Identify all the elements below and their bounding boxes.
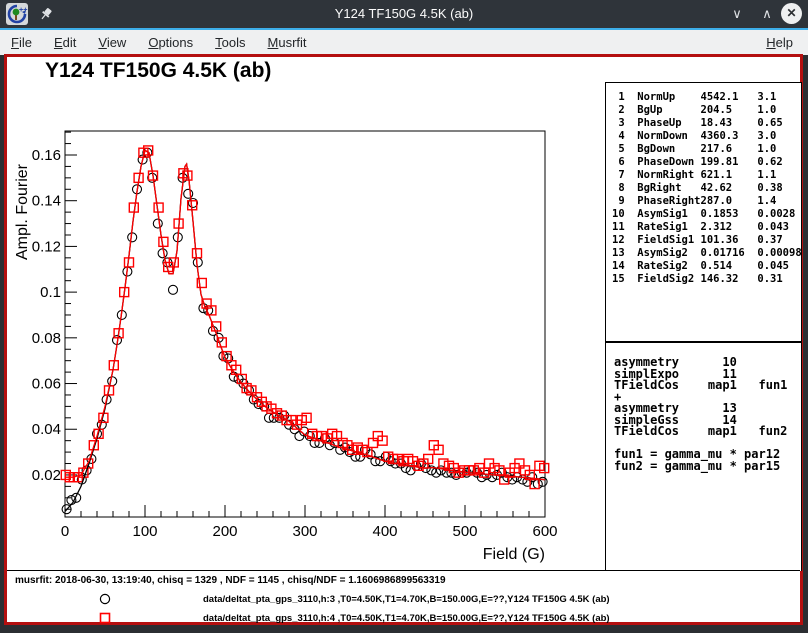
root-canvas[interactable]: Y124 TF150G 4.5K (ab) 010020030040050060… xyxy=(4,54,803,625)
fit-line xyxy=(65,150,545,511)
data-point-circle xyxy=(128,233,137,242)
theory-box: asymmetry 10 simplExpo 11 TFieldCos map1… xyxy=(605,342,802,571)
legend-label: data/deltat_pta_gps_3110,h:4 ,T0=4.50K,T… xyxy=(203,613,610,624)
menu-file[interactable]: File xyxy=(0,35,43,50)
window-title: Y124 TF150G 4.5K (ab) xyxy=(0,0,808,28)
fit-statistics-line: musrfit: 2018-06-30, 13:19:40, chisq = 1… xyxy=(15,575,446,586)
svg-text:600: 600 xyxy=(532,523,557,540)
data-point-square xyxy=(154,203,163,212)
svg-text:0.04: 0.04 xyxy=(32,421,61,438)
theory-text: asymmetry 10 simplExpo 11 TFieldCos map1… xyxy=(606,343,801,472)
svg-text:0.14: 0.14 xyxy=(32,193,61,210)
minimize-button[interactable]: ∨ xyxy=(727,4,747,24)
svg-text:500: 500 xyxy=(452,523,477,540)
data-point-circle xyxy=(193,258,202,267)
data-point-square xyxy=(159,237,168,246)
menu-bar: File Edit View Options Tools Musrfit Hel… xyxy=(0,30,808,55)
svg-text:400: 400 xyxy=(372,523,397,540)
fit-line xyxy=(65,150,545,479)
menu-musrfit[interactable]: Musrfit xyxy=(257,35,318,50)
legend-row: data/deltat_pta_gps_3110,h:4 ,T0=4.50K,T… xyxy=(7,611,800,625)
fit-parameter-box: 1 NormUp 4542.1 3.1 2 BgUp 204.5 1.0 3 P… xyxy=(605,82,802,342)
svg-text:0.1: 0.1 xyxy=(40,284,61,301)
menu-edit[interactable]: Edit xyxy=(43,35,87,50)
svg-text:0: 0 xyxy=(61,523,69,540)
data-point-square xyxy=(193,249,202,258)
svg-text:0.16: 0.16 xyxy=(32,147,61,164)
legend-label: data/deltat_pta_gps_3110,h:3 ,T0=4.50K,T… xyxy=(203,594,610,605)
data-point-circle xyxy=(169,285,178,294)
maximize-button[interactable]: ∧ xyxy=(757,4,777,24)
data-point-circle xyxy=(184,189,193,198)
legend-row: data/deltat_pta_gps_3110,h:3 ,T0=4.50K,T… xyxy=(7,592,800,606)
svg-text:0.02: 0.02 xyxy=(32,467,61,484)
data-point-circle xyxy=(153,219,162,228)
pad-divider xyxy=(7,570,800,571)
data-point-circle xyxy=(108,377,117,386)
svg-text:0.08: 0.08 xyxy=(32,330,61,347)
menu-tools[interactable]: Tools xyxy=(204,35,256,50)
square-marker-icon xyxy=(98,611,112,625)
menu-view[interactable]: View xyxy=(87,35,137,50)
fit-parameter-list: 1 NormUp 4542.1 3.1 2 BgUp 204.5 1.0 3 P… xyxy=(606,83,801,286)
svg-text:200: 200 xyxy=(212,523,237,540)
circle-marker-icon xyxy=(98,592,112,606)
data-point-circle xyxy=(158,249,167,258)
titlebar[interactable]: ++ Y124 TF150G 4.5K (ab) ∨ ∧ ✕ xyxy=(0,0,808,28)
svg-text:0.06: 0.06 xyxy=(32,376,61,393)
svg-text:100: 100 xyxy=(132,523,157,540)
x-axis-title: Field (G) xyxy=(483,546,545,563)
menu-help[interactable]: Help xyxy=(755,35,804,50)
svg-text:0.12: 0.12 xyxy=(32,238,61,255)
close-button[interactable]: ✕ xyxy=(781,3,802,24)
svg-text:300: 300 xyxy=(292,523,317,540)
app-window: ++ Y124 TF150G 4.5K (ab) ∨ ∧ ✕ File Edit… xyxy=(0,0,808,633)
menu-options[interactable]: Options xyxy=(137,35,204,50)
y-axis-title: Ampl. Fourier xyxy=(14,163,31,260)
